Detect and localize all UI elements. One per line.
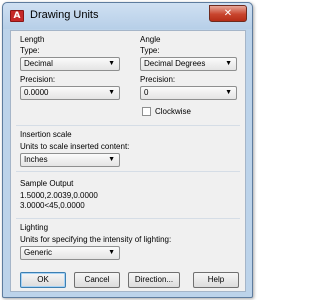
app-icon: A <box>10 10 24 22</box>
lighting-units-value: Generic <box>24 248 53 257</box>
angle-precision-value: 0 <box>144 88 149 97</box>
sample-output-line-1: 1.5000,2.0039,0.0000 <box>20 191 98 200</box>
length-precision-select[interactable]: 0.0000 ▼ <box>20 86 120 100</box>
lighting-units-select[interactable]: Generic ▼ <box>20 246 120 260</box>
angle-section-label: Angle <box>140 35 161 44</box>
title-bar[interactable]: A Drawing Units ✕ <box>3 3 252 29</box>
chevron-down-icon: ▼ <box>225 60 232 67</box>
dialog-title: Drawing Units <box>30 9 99 21</box>
clockwise-label: Clockwise <box>155 107 192 116</box>
angle-type-value: Decimal Degrees <box>144 59 206 68</box>
help-button[interactable]: Help <box>193 272 239 288</box>
length-precision-label: Precision: <box>20 75 56 84</box>
angle-precision-label: Precision: <box>140 75 176 84</box>
insertion-units-select[interactable]: Inches ▼ <box>20 153 120 167</box>
drawing-units-dialog: A Drawing Units ✕ Length Type: Decimal ▼… <box>2 2 253 298</box>
lighting-units-label: Units for specifying the intensity of li… <box>20 235 172 244</box>
ok-button[interactable]: OK <box>20 272 66 288</box>
insertion-units-value: Inches <box>24 155 48 164</box>
lighting-section-label: Lighting <box>20 223 49 232</box>
lighting-divider <box>16 218 240 219</box>
chevron-down-icon: ▼ <box>108 156 115 163</box>
angle-type-label: Type: <box>140 46 160 55</box>
sample-divider <box>16 171 240 172</box>
angle-precision-select[interactable]: 0 ▼ <box>140 86 237 100</box>
length-type-label: Type: <box>20 46 40 55</box>
sample-section-label: Sample Output <box>20 179 74 188</box>
clockwise-checkbox[interactable] <box>142 107 151 116</box>
insertion-section-label: Insertion scale <box>20 130 72 139</box>
dialog-body: Length Type: Decimal ▼ Precision: 0.0000… <box>10 30 246 292</box>
chevron-down-icon: ▼ <box>108 89 115 96</box>
close-icon: ✕ <box>223 8 233 19</box>
length-type-value: Decimal <box>24 59 53 68</box>
close-button[interactable]: ✕ <box>209 5 247 22</box>
cancel-button[interactable]: Cancel <box>74 272 120 288</box>
chevron-down-icon: ▼ <box>108 60 115 67</box>
sample-output-line-2: 3.0000<45,0.0000 <box>20 201 85 210</box>
angle-type-select[interactable]: Decimal Degrees ▼ <box>140 57 237 71</box>
chevron-down-icon: ▼ <box>108 249 115 256</box>
direction-button[interactable]: Direction... <box>128 272 180 288</box>
insertion-divider <box>16 125 240 126</box>
insertion-units-label: Units to scale inserted content: <box>20 142 130 151</box>
chevron-down-icon: ▼ <box>225 89 232 96</box>
length-section-label: Length <box>20 35 45 44</box>
length-precision-value: 0.0000 <box>24 88 49 97</box>
length-type-select[interactable]: Decimal ▼ <box>20 57 120 71</box>
